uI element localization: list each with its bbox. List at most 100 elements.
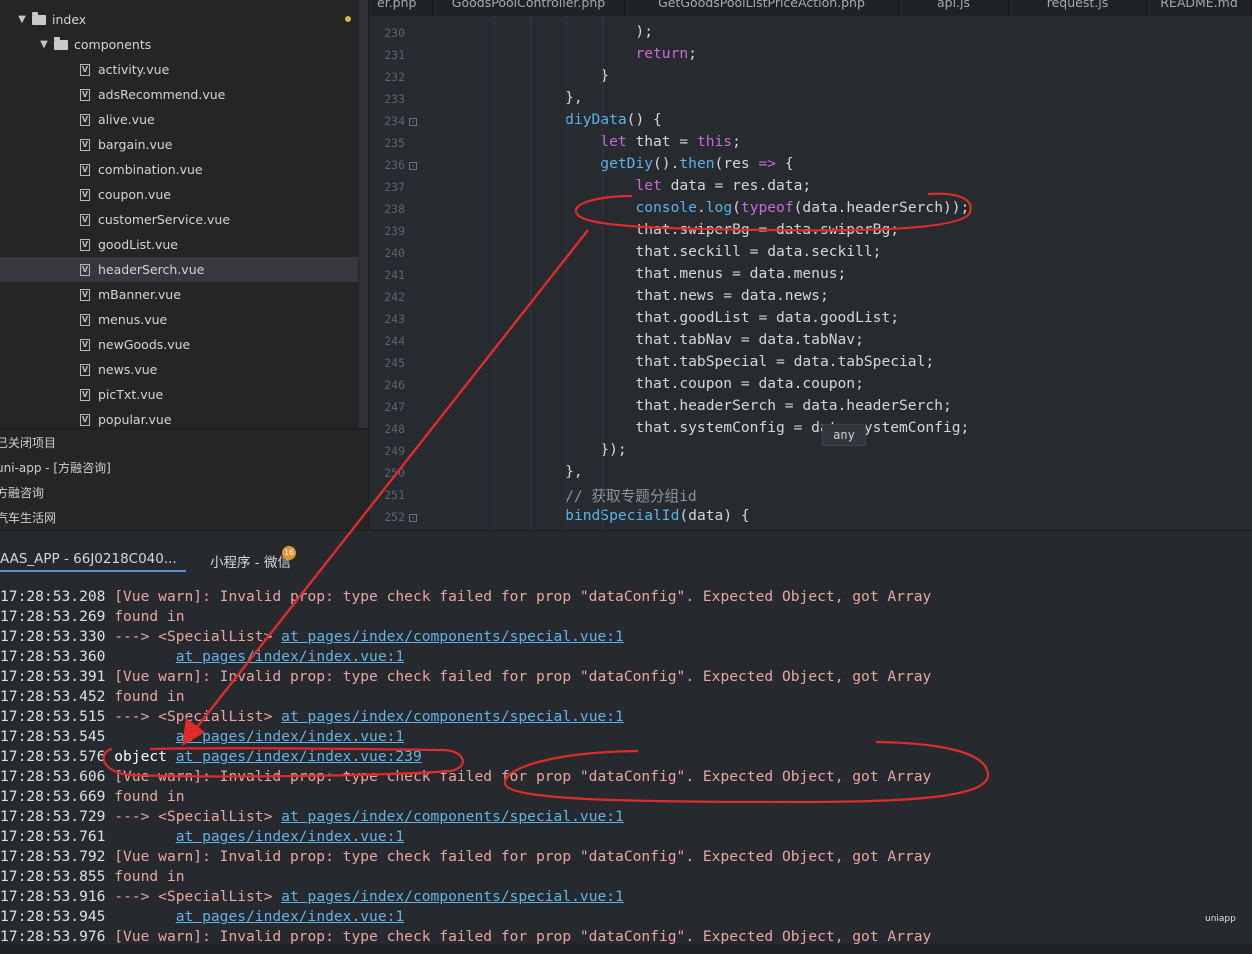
code-line: that.headerSerch = data.headerSerch; <box>530 397 952 414</box>
chevron-down-icon[interactable]: ▼ <box>16 14 28 25</box>
code-line: that.tabNav = data.tabNav; <box>530 331 864 348</box>
tree-file[interactable]: Vbargain.vue <box>0 132 368 157</box>
tree-label: picTxt.vue <box>98 387 164 402</box>
console-line: 17:28:53.855 found in <box>0 868 185 888</box>
notification-badge: 16 <box>282 546 296 560</box>
tree-label: activity.vue <box>98 62 170 77</box>
console-source-link[interactable]: at pages/index/index.vue:1 <box>176 728 404 745</box>
console-line: 17:28:53.916 ---> <SpecialList> at pages… <box>0 888 624 908</box>
closed-project-item[interactable]: 已关闭项目 <box>0 430 368 455</box>
tree-label: bargain.vue <box>98 137 173 152</box>
code-line: } <box>530 67 610 84</box>
tree-label: index <box>52 12 87 27</box>
code-line: bindSpecialId(data) { <box>565 507 750 524</box>
console-line: 17:28:53.452 found in <box>0 688 185 708</box>
editor-tab[interactable]: api.js <box>899 0 1009 16</box>
tree-file[interactable]: VadsRecommend.vue <box>0 82 368 107</box>
code-line: ); <box>530 23 654 40</box>
console-message: [Vue warn]: Invalid prop: type check fai… <box>105 768 932 785</box>
console-source-link[interactable]: at pages/index/components/special.vue:1 <box>281 888 624 905</box>
console-timestamp: 17:28:53.391 <box>0 668 106 685</box>
tree-label: coupon.vue <box>98 187 171 202</box>
console-timestamp: 17:28:53.945 <box>0 908 106 925</box>
tree-file[interactable]: VmBanner.vue <box>0 282 368 307</box>
editor-tab[interactable]: GoodsPoolController.php <box>433 0 625 16</box>
folder-icon <box>32 11 46 25</box>
tree-label: popular.vue <box>98 412 172 427</box>
console-source-link[interactable]: at pages/index/components/special.vue:1 <box>281 708 624 725</box>
console-source-link[interactable]: at pages/index/index.vue:1 <box>176 648 404 665</box>
line-number: 249 <box>384 444 405 458</box>
tree-file[interactable]: Vcoupon.vue <box>0 182 368 207</box>
console-message: ---> <SpecialList> <box>105 808 282 825</box>
fold-toggle-icon[interactable]: - <box>409 118 417 126</box>
code-line: getDiy().then(res => { <box>600 155 794 172</box>
editor-tab[interactable]: request.js <box>1009 0 1147 16</box>
editor-tab[interactable]: GetGoodsPoolListPriceAction.php <box>625 0 899 16</box>
code-line: }, <box>530 463 583 480</box>
tree-file[interactable]: VpicTxt.vue <box>0 382 368 407</box>
fold-toggle-icon[interactable]: - <box>409 514 417 522</box>
tree-label: menus.vue <box>98 312 168 327</box>
console-timestamp: 17:28:53.669 <box>0 788 106 805</box>
editor-tab[interactable]: README.md <box>1147 0 1252 16</box>
console-source-link[interactable]: at pages/index/components/special.vue:1 <box>281 628 624 645</box>
tree-file[interactable]: Vmenus.vue <box>0 307 368 332</box>
console-message: found in <box>105 868 185 885</box>
console-message: [Vue warn]: Invalid prop: type check fai… <box>105 848 932 865</box>
sidebar-scrollbar[interactable] <box>359 0 368 428</box>
fold-toggle-icon[interactable]: - <box>409 162 417 170</box>
code-line: console.log(typeof(data.headerSerch)); <box>635 199 970 216</box>
tab-console-app[interactable]: AAS_APP - 66J0218C040... <box>0 551 177 567</box>
tree-file[interactable]: Vnews.vue <box>0 357 368 382</box>
tab-console-wechat[interactable]: 小程序 - 微信 <box>210 551 291 571</box>
console-source-link[interactable]: at pages/index/components/special.vue:1 <box>281 808 624 825</box>
console-output[interactable]: 17:28:53.208 [Vue warn]: Invalid prop: t… <box>0 578 1252 944</box>
closed-project-item[interactable]: 方融咨询 <box>0 480 368 505</box>
tree-file[interactable]: Vcombination.vue <box>0 157 368 182</box>
folder-icon <box>54 36 68 50</box>
console-timestamp: 17:28:53.360 <box>0 648 106 665</box>
console-line: 17:28:53.729 ---> <SpecialList> at pages… <box>0 808 624 828</box>
console-message: ---> <SpecialList> <box>105 628 282 645</box>
console-source-link[interactable]: at pages/index/index.vue:1 <box>176 828 404 845</box>
console-message <box>105 908 175 925</box>
code-line: return; <box>635 45 697 62</box>
tree-file[interactable]: VcustomerService.vue <box>0 207 368 232</box>
console-message <box>105 828 175 845</box>
watermark-logo: uniapp <box>1205 914 1236 924</box>
code-line: that.menus = data.menus; <box>530 265 847 282</box>
vue-file-icon: V <box>80 288 90 301</box>
tree-file[interactable]: VheaderSerch.vue <box>0 257 358 282</box>
code-editor[interactable]: 230 ); 231 return; 232 } 233 }, 234- diyData… <box>369 16 1252 530</box>
line-number: 238 <box>384 202 405 216</box>
console-line: 17:28:53.545 at pages/index/index.vue:1 <box>0 728 404 748</box>
line-number: 232 <box>384 70 405 84</box>
tree-file[interactable]: VgoodList.vue <box>0 232 368 257</box>
console-timestamp: 17:28:53.729 <box>0 808 106 825</box>
console-source-link[interactable]: at pages/index/index.vue:239 <box>176 748 422 765</box>
closed-project-item[interactable]: 汽车生活网 <box>0 505 368 530</box>
chevron-down-icon[interactable]: ▼ <box>38 39 50 50</box>
tree-folder-index[interactable]: ▼ index <box>0 7 368 32</box>
console-message <box>105 648 175 665</box>
line-number: 237 <box>384 180 405 194</box>
console-timestamp: 17:28:53.208 <box>0 588 106 605</box>
closed-project-item[interactable]: uni-app - [方融咨询] <box>0 455 368 480</box>
console-message: [Vue warn]: Invalid prop: type check fai… <box>105 668 932 685</box>
console-message: [Vue warn]: Invalid prop: type check fai… <box>105 928 932 944</box>
vue-file-icon: V <box>80 213 90 226</box>
console-line: 17:28:53.208 [Vue warn]: Invalid prop: t… <box>0 588 931 608</box>
tree-file[interactable]: Valive.vue <box>0 107 368 132</box>
tree-file[interactable]: VnewGoods.vue <box>0 332 368 357</box>
modified-dot-icon <box>345 16 351 22</box>
console-timestamp: 17:28:53.761 <box>0 828 106 845</box>
tree-file[interactable]: Vactivity.vue <box>0 57 368 82</box>
console-message: found in <box>105 788 185 805</box>
console-source-link[interactable]: at pages/index/index.vue:1 <box>176 908 404 925</box>
editor-tab[interactable]: er.php <box>369 0 433 16</box>
vue-file-icon: V <box>80 113 90 126</box>
tree-folder-components[interactable]: ▼ components <box>0 32 368 57</box>
console-line: 17:28:53.792 [Vue warn]: Invalid prop: t… <box>0 848 931 868</box>
code-line: that.systemConfig = data.systemConfig; <box>530 419 970 436</box>
